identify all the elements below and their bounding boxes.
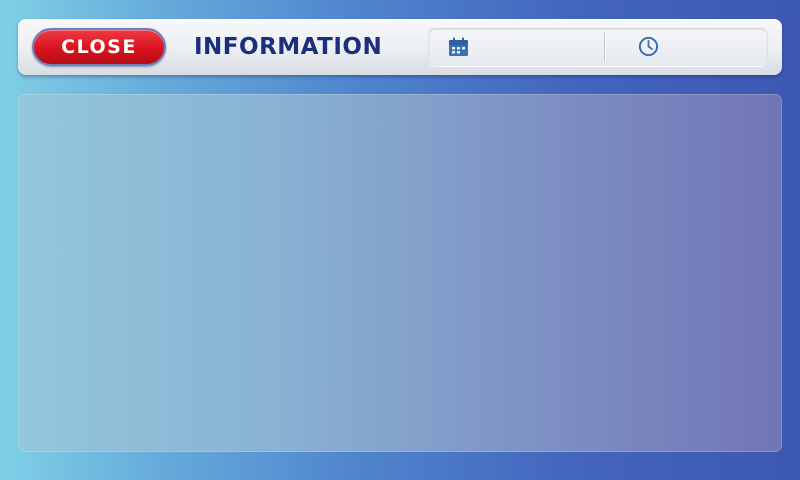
calendar-icon bbox=[449, 37, 468, 56]
clock-icon bbox=[638, 36, 659, 57]
header-bar: CLOSE INFORMATION bbox=[18, 19, 782, 75]
close-button[interactable]: CLOSE bbox=[32, 28, 166, 66]
info-divider bbox=[604, 32, 605, 62]
content-panel bbox=[18, 94, 782, 452]
information-screen: CLOSE INFORMATION bbox=[0, 0, 800, 480]
close-button-label: CLOSE bbox=[61, 36, 137, 58]
date-time-panel bbox=[428, 28, 768, 66]
page-title: INFORMATION bbox=[194, 34, 383, 60]
